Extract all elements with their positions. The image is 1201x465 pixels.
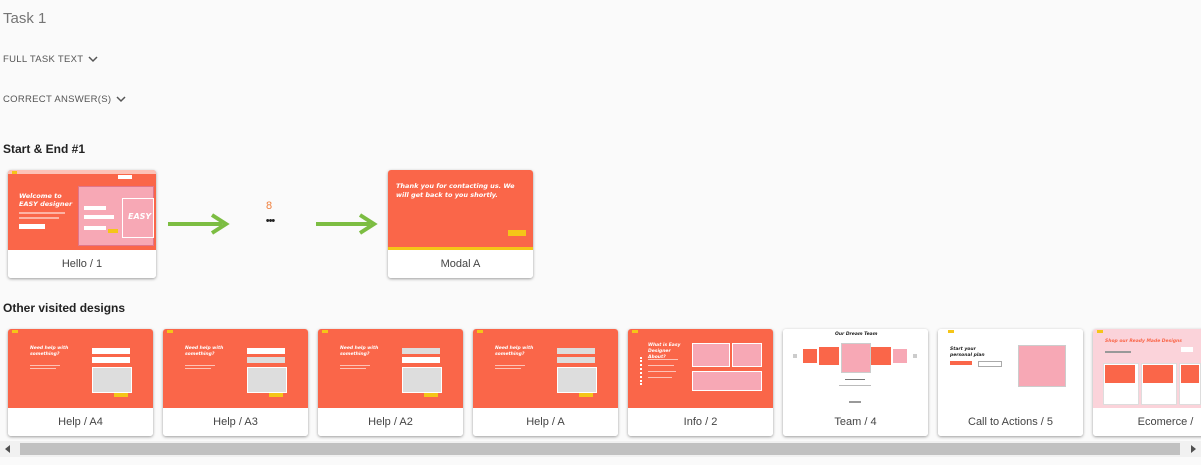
card-label: Team / 4 (783, 408, 928, 436)
scroll-left-icon[interactable] (0, 441, 16, 457)
visited-design-card[interactable]: Our Dream Team Team / 4 (783, 329, 928, 436)
thumb-logo: EASY (128, 212, 152, 221)
design-thumbnail: Need help with something? (473, 329, 618, 409)
design-thumbnail: What is Easy Designer About? (628, 329, 773, 409)
more-steps-icon[interactable]: ••• (255, 215, 285, 227)
steps-count: 8 (265, 200, 273, 212)
scroll-right-icon[interactable] (1185, 441, 1201, 457)
task-title: Task 1 (3, 10, 47, 27)
visited-design-card[interactable]: Need help with something? Help / A2 (318, 329, 463, 436)
correct-answers-label: CORRECT ANSWER(S) (3, 94, 112, 105)
horizontal-scrollbar[interactable] (0, 441, 1201, 457)
end-design-card[interactable]: Thank you for contacting us. We will get… (388, 170, 533, 278)
thumb-heading: Start your personal plan (950, 347, 985, 358)
chevron-down-icon (88, 56, 98, 63)
card-label: Call to Actions / 5 (938, 408, 1083, 436)
visited-design-card[interactable]: Need help with something? Help / A (473, 329, 618, 436)
design-thumbnail: Need help with something? (163, 329, 308, 409)
full-task-text-label: FULL TASK TEXT (3, 54, 84, 65)
design-thumbnail: Welcome to EASY designer EASY (8, 170, 156, 250)
card-label: Help / A4 (8, 408, 153, 436)
design-thumbnail: Our Dream Team (783, 329, 928, 409)
thumb-heading: Need help with something? (185, 346, 224, 357)
start-end-title: Start & End #1 (3, 142, 86, 156)
visited-design-card[interactable]: Need help with something? Help / A3 (163, 329, 308, 436)
arrow-right-icon (316, 213, 378, 235)
card-label: Help / A3 (163, 408, 308, 436)
correct-answers-toggle[interactable]: CORRECT ANSWER(S) (3, 94, 126, 105)
thumb-heading: Thank you for contacting us. We will get… (396, 182, 515, 199)
thumb-heading: Need help with something? (340, 346, 379, 357)
thumb-heading: Shop our Ready Made Designs (1105, 339, 1182, 344)
chevron-down-icon (116, 96, 126, 103)
card-label: Ecomerce / (1093, 408, 1201, 436)
arrow-right-icon (168, 213, 230, 235)
card-label: Hello / 1 (8, 250, 156, 278)
visited-design-card[interactable]: Start your personal plan Call to Actions… (938, 329, 1083, 436)
design-thumbnail: Need help with something? (318, 329, 463, 409)
thumb-heading: Need help with something? (495, 346, 534, 357)
design-thumbnail: Start your personal plan (938, 329, 1083, 409)
scrollbar-thumb[interactable] (20, 443, 1180, 455)
other-visited-title: Other visited designs (3, 301, 126, 315)
visited-design-card[interactable]: Need help with something? Help / A4 (8, 329, 153, 436)
start-design-card[interactable]: Welcome to EASY designer EASY Hello / 1 (8, 170, 156, 278)
card-label: Modal A (388, 250, 533, 278)
visited-design-card[interactable]: What is Easy Designer About? Info / 2 (628, 329, 773, 436)
design-thumbnail: Shop our Ready Made Designs (1093, 329, 1201, 409)
thumb-heading: Our Dream Team (835, 332, 878, 337)
visited-design-card[interactable]: Shop our Ready Made Designs Ecomerce / (1093, 329, 1201, 436)
thumb-heading: Need help with something? (30, 346, 69, 357)
card-label: Info / 2 (628, 408, 773, 436)
design-thumbnail: Thank you for contacting us. We will get… (388, 170, 533, 250)
thumb-heading: Welcome to EASY designer (19, 192, 73, 208)
full-task-text-toggle[interactable]: FULL TASK TEXT (3, 54, 98, 65)
card-label: Help / A2 (318, 408, 463, 436)
card-label: Help / A (473, 408, 618, 436)
design-thumbnail: Need help with something? (8, 329, 153, 409)
